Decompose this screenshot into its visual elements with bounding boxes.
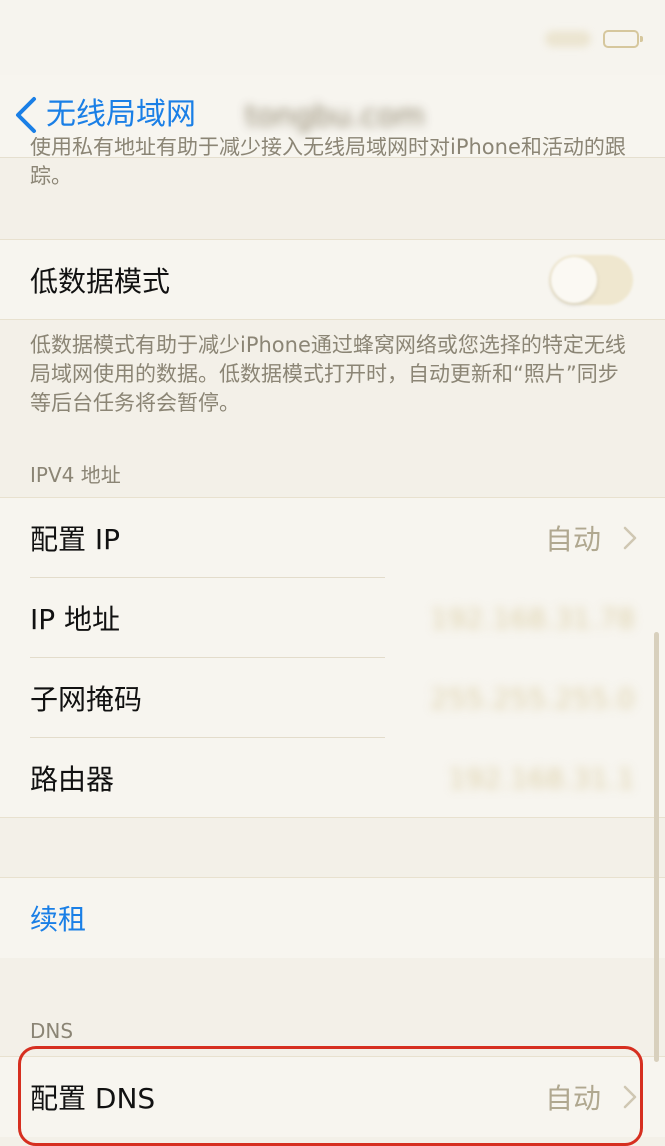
back-button[interactable]: 无线局域网: [12, 95, 196, 135]
router-label: 路由器: [30, 763, 115, 796]
dns-section-header: DNS: [30, 1019, 74, 1043]
renew-lease-cell[interactable]: 续租: [0, 878, 665, 958]
subnet-mask-label: 子网掩码: [30, 683, 143, 716]
configure-ip-label: 配置 IP: [30, 523, 121, 556]
configure-dns-label: 配置 DNS: [30, 1082, 156, 1115]
ipv4-section-header: IPV4 地址: [30, 463, 121, 487]
chevron-right-icon: [623, 526, 637, 550]
status-icons: [545, 30, 643, 48]
low-data-mode-footer: 低数据模式有助于减少iPhone通过蜂窝网络或您选择的特定无线局域网使用的数据。…: [0, 331, 665, 418]
low-data-mode-label: 低数据模式: [30, 265, 171, 298]
battery-icon: [603, 30, 643, 48]
chevron-right-icon: [623, 1085, 637, 1109]
ip-address-cell: IP 地址 192.168.31.78: [0, 578, 665, 658]
configure-ip-cell[interactable]: 配置 IP 自动: [0, 498, 665, 578]
network-name-title: tongbu.com: [245, 99, 425, 134]
scroll-indicator[interactable]: [654, 632, 659, 1062]
subnet-mask-value: 255.255.255.0: [430, 681, 635, 715]
ip-address-label: IP 地址: [30, 603, 121, 636]
ip-address-value: 192.168.31.78: [430, 601, 635, 635]
subnet-mask-cell: 子网掩码 255.255.255.0: [0, 658, 665, 738]
router-cell: 路由器 192.168.31.1: [0, 738, 665, 818]
group-divider: [0, 817, 665, 818]
group-divider: [0, 319, 665, 320]
configure-ip-value: 自动: [544, 523, 601, 556]
status-bar: [0, 0, 665, 75]
configure-dns-value: 自动: [544, 1082, 601, 1115]
low-data-mode-toggle[interactable]: [549, 255, 633, 305]
toggle-knob: [551, 257, 597, 303]
low-data-mode-cell: 低数据模式: [0, 240, 665, 320]
router-value: 192.168.31.1: [447, 761, 635, 795]
wifi-icon: [545, 31, 591, 47]
back-label: 无线局域网: [46, 97, 196, 132]
private-address-footer: 使用私有地址有助于减少接入无线局域网时对iPhone和活动的跟踪。: [0, 137, 665, 199]
renew-lease-button[interactable]: 续租: [30, 898, 86, 938]
configure-dns-cell[interactable]: 配置 DNS 自动: [0, 1057, 665, 1137]
chevron-left-icon: [16, 97, 36, 133]
low-data-mode-footer-text: 低数据模式有助于减少iPhone通过蜂窝网络或您选择的特定无线局域网使用的数据。…: [30, 333, 626, 415]
private-address-footer-text: 使用私有地址有助于减少接入无线局域网时对iPhone和活动的跟踪。: [30, 137, 626, 188]
